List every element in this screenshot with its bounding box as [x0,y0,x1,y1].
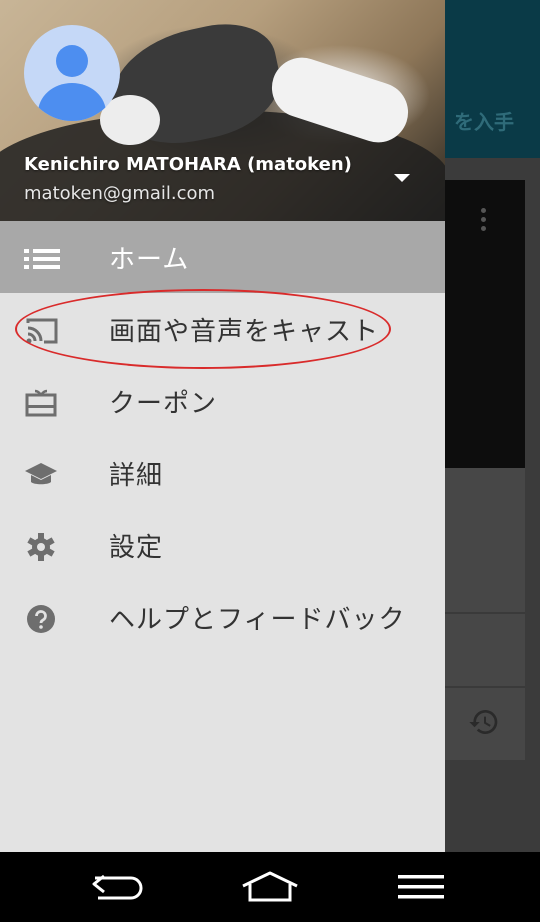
help-icon [27,605,55,633]
background-divider [445,612,525,614]
menu-item-cast[interactable]: 画面や音声をキャスト [0,293,445,365]
avatar[interactable] [24,25,120,121]
account-header: Kenichiro MATOHARA (matoken) matoken@gma… [0,0,445,221]
gift-card-icon [25,389,57,417]
history-icon[interactable] [468,706,500,738]
list-icon [24,249,60,269]
back-icon[interactable] [90,870,148,904]
home-icon[interactable] [240,870,300,904]
menu-item-label: 詳細 [109,461,164,491]
menu-item-label: クーポン [109,389,218,419]
account-name: Kenichiro MATOHARA (matoken) [24,154,352,175]
account-dropdown-icon[interactable] [394,174,410,182]
account-email: matoken@gmail.com [24,183,216,204]
overflow-menu-icon[interactable] [478,208,488,235]
gear-icon [27,533,55,561]
menu-icon[interactable] [396,870,446,904]
menu-item-label: 設定 [109,533,164,563]
cast-icon [26,318,58,344]
menu-item-details[interactable]: 詳細 [0,437,445,509]
background-divider [445,686,525,688]
school-icon [25,463,57,485]
menu-item-label: ホーム [109,245,190,275]
menu-item-coupon[interactable]: クーポン [0,365,445,437]
background-get-button-label[interactable]: を入手 [454,106,514,135]
system-navigation-bar [0,852,540,922]
menu-item-help[interactable]: ヘルプとフィードバック [0,581,445,653]
menu-item-home[interactable]: ホーム [0,221,445,293]
menu-item-label: ヘルプとフィードバック [109,605,406,635]
menu-item-settings[interactable]: 設定 [0,509,445,581]
navigation-drawer: Kenichiro MATOHARA (matoken) matoken@gma… [0,0,445,852]
menu-item-label: 画面や音声をキャスト [109,317,380,347]
